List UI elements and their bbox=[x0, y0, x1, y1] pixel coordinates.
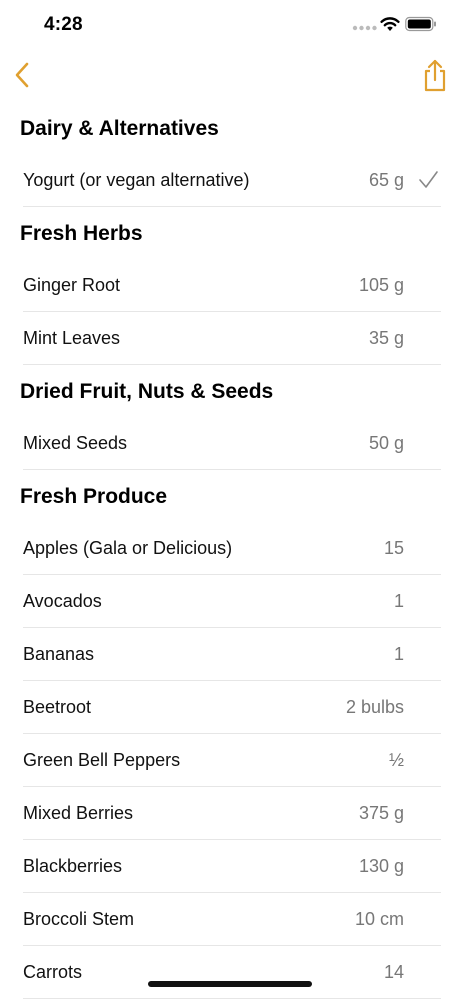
section-header: Dairy & Alternatives bbox=[20, 117, 219, 140]
item-quantity: 1 bbox=[393, 644, 404, 664]
item-quantity: ½ bbox=[388, 750, 404, 770]
list-item[interactable]: Beetroot 2 bulbs bbox=[23, 681, 441, 734]
share-button[interactable] bbox=[418, 56, 452, 94]
back-button[interactable] bbox=[8, 56, 40, 92]
list-item[interactable]: Avocados 1 bbox=[23, 575, 441, 628]
share-icon bbox=[424, 59, 446, 92]
section-header: Dried Fruit, Nuts & Seeds bbox=[20, 380, 274, 403]
item-quantity: 10 cm bbox=[354, 909, 404, 929]
list-item[interactable]: Apples (Gala or Delicious) 15 bbox=[23, 522, 441, 575]
section-header: Fresh Herbs bbox=[20, 222, 143, 245]
status-time: 4:28 bbox=[44, 14, 83, 35]
item-quantity: 105 g bbox=[358, 275, 404, 295]
list-item[interactable]: Mint Leaves 35 g bbox=[23, 312, 441, 365]
status-bar: 4:28 bbox=[0, 0, 460, 50]
list-item[interactable]: Bananas 1 bbox=[23, 628, 441, 681]
item-name: Avocados bbox=[23, 591, 102, 611]
item-quantity: 50 g bbox=[368, 433, 404, 453]
list-item[interactable]: Yogurt (or vegan alternative) 65 g bbox=[23, 154, 441, 207]
item-name: Bananas bbox=[23, 644, 95, 664]
item-name: Yogurt (or vegan alternative) bbox=[23, 170, 250, 190]
section-fresh-produce: Fresh Produce Apples (Gala or Delicious)… bbox=[0, 470, 460, 999]
item-name: Carrots bbox=[23, 962, 83, 982]
cellular-signal-icon bbox=[352, 25, 377, 31]
item-name: Apples (Gala or Delicious) bbox=[23, 538, 233, 558]
item-quantity: 35 g bbox=[368, 328, 404, 348]
list-item[interactable]: Ginger Root 105 g bbox=[23, 259, 441, 312]
item-name: Green Bell Peppers bbox=[23, 750, 181, 770]
list-item[interactable]: Mixed Berries 375 g bbox=[23, 787, 441, 840]
section-header: Fresh Produce bbox=[20, 485, 168, 508]
item-name: Mint Leaves bbox=[23, 328, 121, 348]
battery-icon bbox=[405, 16, 436, 32]
item-quantity: 14 bbox=[383, 962, 404, 982]
section-fresh-herbs: Fresh Herbs Ginger Root 105 g Mint Leave… bbox=[0, 207, 460, 365]
chevron-left-icon bbox=[15, 62, 29, 88]
list-item[interactable]: Green Bell Peppers ½ bbox=[23, 734, 441, 787]
item-quantity: 375 g bbox=[358, 803, 404, 823]
home-indicator[interactable] bbox=[148, 981, 312, 987]
list-item[interactable]: Carrots 14 bbox=[23, 946, 441, 999]
item-name: Broccoli Stem bbox=[23, 909, 135, 929]
list-item[interactable]: Mixed Seeds 50 g bbox=[23, 417, 441, 470]
item-quantity: 2 bulbs bbox=[345, 697, 404, 717]
item-name: Ginger Root bbox=[23, 275, 121, 295]
item-name: Beetroot bbox=[23, 697, 92, 717]
checkmark-icon bbox=[419, 171, 438, 188]
item-quantity: 130 g bbox=[358, 856, 404, 876]
item-quantity: 1 bbox=[393, 591, 404, 611]
list-item[interactable]: Broccoli Stem 10 cm bbox=[23, 893, 441, 946]
item-name: Mixed Berries bbox=[23, 803, 134, 823]
item-name: Blackberries bbox=[23, 856, 123, 876]
section-dried-fruit-nuts-seeds: Dried Fruit, Nuts & Seeds Mixed Seeds 50… bbox=[0, 365, 460, 470]
item-quantity: 65 g bbox=[368, 170, 404, 190]
nav-bar bbox=[0, 50, 460, 102]
list-item[interactable]: Blackberries 130 g bbox=[23, 840, 441, 893]
section-dairy-alternatives: Dairy & Alternatives Yogurt (or vegan al… bbox=[0, 102, 460, 207]
item-quantity: 15 bbox=[383, 538, 404, 558]
item-name: Mixed Seeds bbox=[23, 433, 128, 453]
wifi-icon bbox=[380, 17, 400, 31]
shopping-list: Dairy & Alternatives Yogurt (or vegan al… bbox=[0, 102, 460, 999]
